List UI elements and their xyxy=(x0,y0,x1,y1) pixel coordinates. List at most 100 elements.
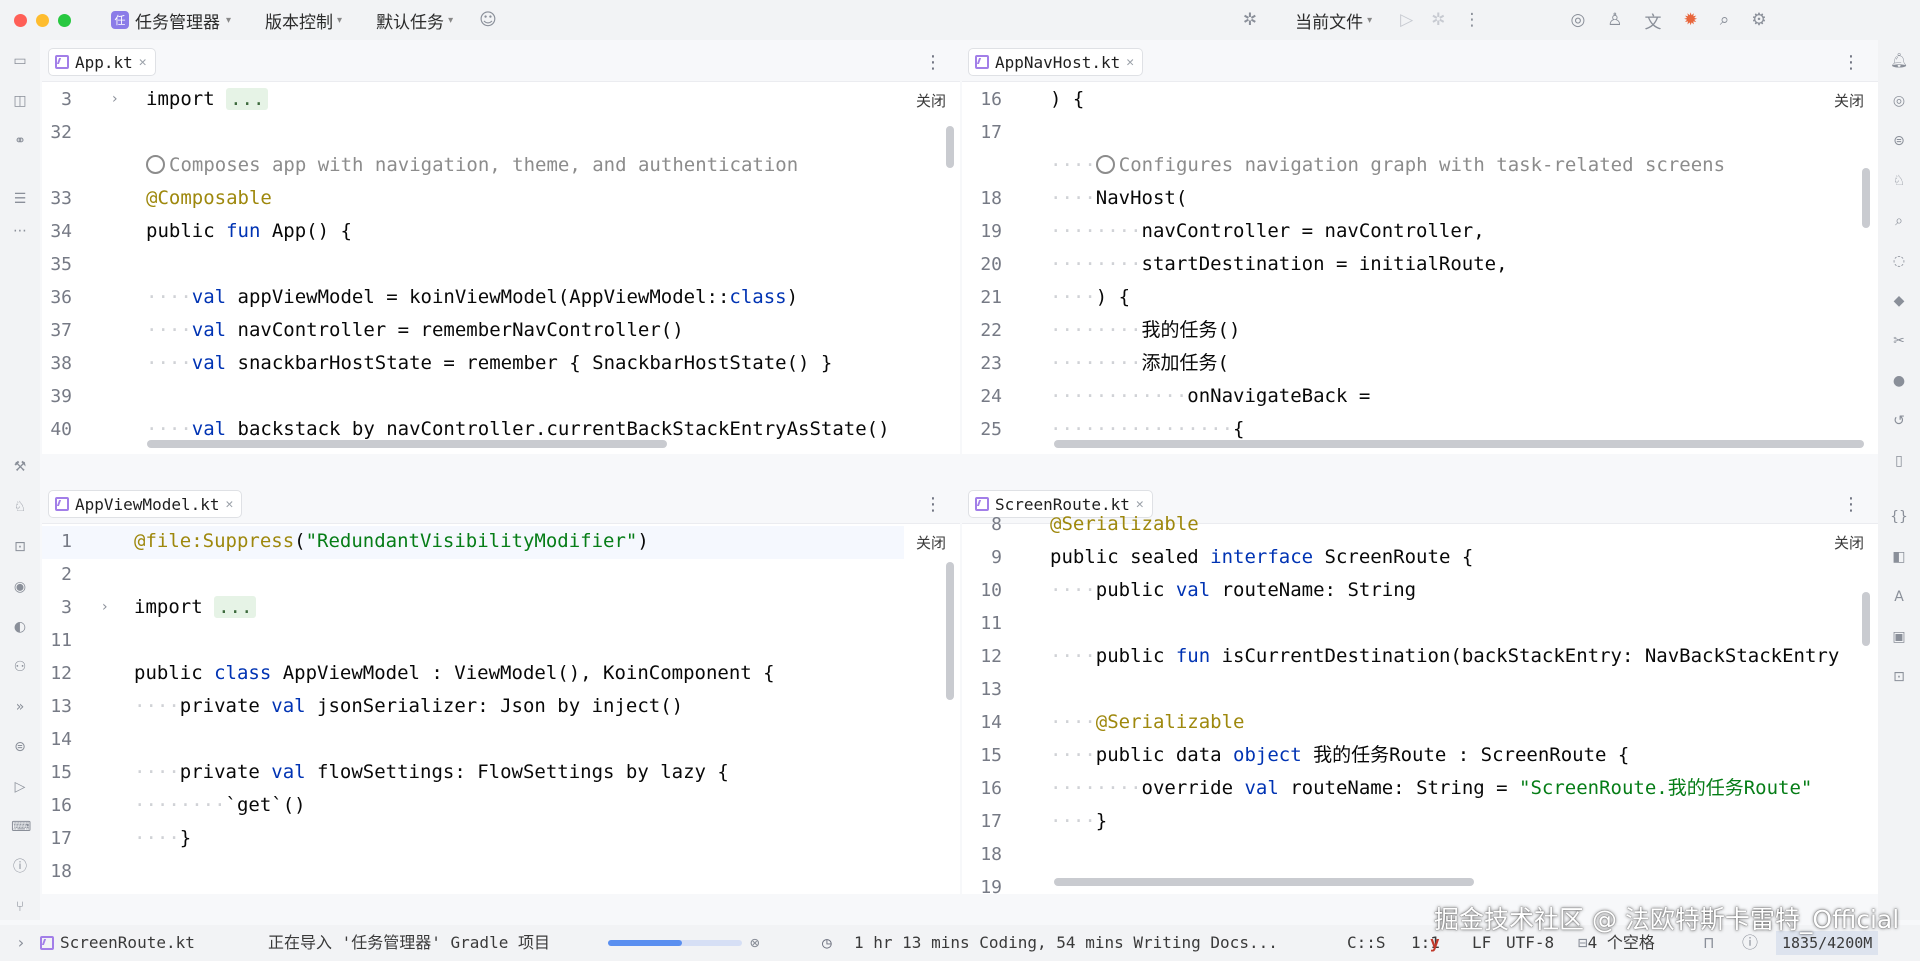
build-icon[interactable]: ⚒ xyxy=(11,458,29,476)
line-number[interactable]: 33 xyxy=(42,182,72,215)
copilot-icon[interactable]: ◌ xyxy=(1890,252,1908,270)
horizontal-scrollbar[interactable] xyxy=(1054,878,1474,886)
search-icon[interactable]: ⌕ xyxy=(1890,212,1908,230)
ai-assistant-icon[interactable]: ◎ xyxy=(1570,10,1585,30)
tab-app-kt[interactable]: App.kt ✕ xyxy=(48,48,156,76)
problems-icon[interactable]: ⓘ xyxy=(11,858,29,876)
code-line[interactable]: ) { xyxy=(1050,83,1084,116)
code-line[interactable]: ········`get`() xyxy=(134,789,306,822)
line-number[interactable]: 16 xyxy=(962,772,1002,805)
line-number[interactable]: 20 xyxy=(962,248,1002,281)
code-area[interactable]: @file:Suppress("RedundantVisibilityModif… xyxy=(134,524,960,894)
code-line[interactable]: ····} xyxy=(134,822,191,855)
line-number[interactable]: 16 xyxy=(962,83,1002,116)
inspection-icon[interactable]: ◉ xyxy=(11,578,29,596)
line-number[interactable]: 18 xyxy=(42,855,72,888)
more-icon[interactable]: ⋮ xyxy=(1842,52,1860,73)
vcs-menu[interactable]: 版本控制 ▾ xyxy=(265,8,342,33)
fold-toggle-icon[interactable]: › xyxy=(102,591,108,624)
line-number[interactable]: 22 xyxy=(962,314,1002,347)
fold-toggle-icon[interactable]: › xyxy=(112,83,118,116)
code-line[interactable]: ····@Serializable xyxy=(1050,706,1244,739)
run-panel-icon[interactable]: ▷ xyxy=(11,778,29,796)
more-icon[interactable]: ⋮ xyxy=(1842,494,1860,515)
run-icon[interactable]: ▷ xyxy=(1400,10,1413,30)
database-icon[interactable]: ⊜ xyxy=(11,738,29,756)
code-line[interactable]: @Composable xyxy=(146,182,272,215)
gradle-icon[interactable]: ♘ xyxy=(1890,172,1908,190)
code-line[interactable]: ············onNavigateBack = xyxy=(1050,380,1370,413)
tools-icon[interactable]: ✂ xyxy=(1890,332,1908,350)
line-number[interactable]: 10 xyxy=(962,574,1002,607)
vertical-scrollbar[interactable] xyxy=(946,126,954,168)
code-area[interactable]: ) {···· Configures navigation graph with … xyxy=(1050,82,1878,454)
gradle-icon[interactable]: ♘ xyxy=(11,498,29,516)
notifications-icon[interactable]: 🔔︎ xyxy=(1890,52,1908,70)
line-number[interactable]: 35 xyxy=(42,248,72,281)
line-number[interactable]: 16 xyxy=(42,789,72,822)
code-line[interactable]: ········navController = navController, xyxy=(1050,215,1485,248)
close-window-button[interactable] xyxy=(14,13,27,27)
code-line[interactable]: ········添加任务( xyxy=(1050,347,1229,380)
line-number[interactable]: 18 xyxy=(962,838,1002,871)
more-actions-icon[interactable]: ⋮ xyxy=(1463,10,1480,30)
bug-icon[interactable]: ● xyxy=(1890,372,1908,390)
ai-chat-icon[interactable]: ◎ xyxy=(1890,92,1908,110)
maximize-window-button[interactable] xyxy=(58,13,71,27)
code-area[interactable]: @Serializable public sealed interface Scr… xyxy=(1050,513,1878,894)
line-number[interactable]: 2 xyxy=(42,558,72,591)
code-line[interactable]: @Serializable xyxy=(1050,508,1199,541)
task-settings-icon[interactable]: ☺ xyxy=(479,10,497,30)
tab-appnavhost-kt[interactable]: AppNavHost.kt ✕ xyxy=(968,48,1144,76)
vertical-scrollbar[interactable] xyxy=(946,562,954,700)
line-number[interactable]: 17 xyxy=(962,805,1002,838)
run-config-menu[interactable]: 当前文件 ▾ xyxy=(1295,8,1372,33)
debug-run-icon[interactable]: ✲ xyxy=(1431,10,1445,30)
history-icon[interactable]: ↺ xyxy=(1890,412,1908,430)
line-number[interactable] xyxy=(42,149,72,182)
line-number[interactable]: 11 xyxy=(42,624,72,657)
code-line[interactable]: ····val navController = rememberNavContr… xyxy=(146,314,684,347)
device-manager-icon[interactable]: ▯ xyxy=(1890,452,1908,470)
code-line[interactable]: public class AppViewModel : ViewModel(),… xyxy=(134,657,775,690)
breadcrumb[interactable]: ScreenRoute.kt xyxy=(40,925,195,961)
horizontal-scrollbar[interactable] xyxy=(1054,440,1864,448)
folder-icon[interactable]: ▭ xyxy=(11,52,29,70)
line-number[interactable]: 17 xyxy=(42,822,72,855)
code-line[interactable]: public sealed interface ScreenRoute { xyxy=(1050,541,1473,574)
line-number[interactable]: 23 xyxy=(962,347,1002,380)
structure-icon[interactable]: ⚭ xyxy=(11,132,29,150)
code-line[interactable]: @file:Suppress("RedundantVisibilityModif… xyxy=(134,525,649,558)
line-number[interactable]: 24 xyxy=(962,380,1002,413)
line-number[interactable]: 14 xyxy=(42,723,72,756)
task-menu[interactable]: 默认任务 ▾ xyxy=(376,8,453,33)
code-line[interactable]: ····NavHost( xyxy=(1050,182,1187,215)
line-number[interactable]: 38 xyxy=(42,347,72,380)
line-number[interactable]: 37 xyxy=(42,314,72,347)
cancel-import-icon[interactable]: ⊗ xyxy=(750,925,760,961)
forward-icon[interactable]: » xyxy=(11,698,29,716)
close-icon[interactable]: ✕ xyxy=(1126,55,1134,70)
gear-icon[interactable]: ⚙ xyxy=(1751,10,1766,30)
minimize-window-button[interactable] xyxy=(36,13,49,27)
vertical-scrollbar[interactable] xyxy=(1862,168,1870,228)
vertical-scrollbar[interactable] xyxy=(1862,592,1870,646)
inspect-icon[interactable]: ⊡ xyxy=(1890,668,1908,686)
services-icon[interactable]: ◐ xyxy=(11,618,29,636)
line-number[interactable]: 13 xyxy=(42,690,72,723)
json-icon[interactable]: {} xyxy=(1890,508,1908,526)
code-line[interactable]: ····} xyxy=(1050,805,1107,838)
code-line[interactable]: ····val appViewModel = koinViewModel(App… xyxy=(146,281,798,314)
close-icon[interactable]: ✕ xyxy=(226,497,234,512)
bookmarks-icon[interactable]: ☰ xyxy=(11,190,29,208)
line-number[interactable]: 40 xyxy=(42,413,72,446)
line-number[interactable]: 15 xyxy=(962,739,1002,772)
line-number[interactable]: 11 xyxy=(962,607,1002,640)
horizontal-scrollbar[interactable] xyxy=(147,440,667,448)
layout-icon[interactable]: ◧ xyxy=(1890,548,1908,566)
translate-icon[interactable]: 文 xyxy=(1645,8,1662,33)
line-number[interactable]: 15 xyxy=(42,756,72,789)
chevron-right-icon[interactable]: › xyxy=(16,925,26,961)
line-number[interactable]: 13 xyxy=(962,673,1002,706)
more-icon[interactable]: ⋮ xyxy=(924,52,942,73)
